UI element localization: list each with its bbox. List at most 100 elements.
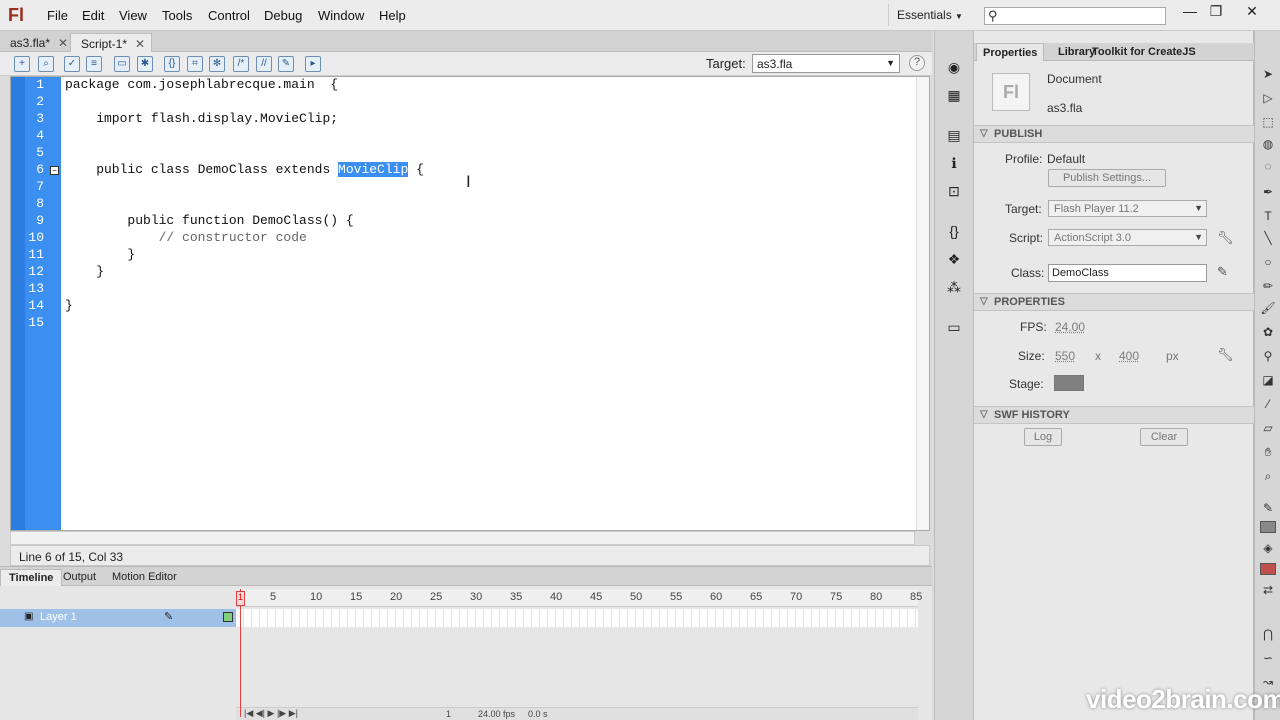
hand-tool-icon[interactable]: ✋︎: [1259, 445, 1277, 463]
swf-clear-button[interactable]: Clear: [1140, 428, 1188, 446]
menu-edit[interactable]: Edit: [82, 8, 104, 23]
smooth-icon[interactable]: ∽: [1259, 651, 1277, 669]
bone-tool-icon[interactable]: ⚲: [1259, 349, 1277, 367]
eraser-tool-icon[interactable]: ▱: [1259, 421, 1277, 439]
align-icon[interactable]: ▤: [944, 127, 964, 145]
apply-block-comment-icon[interactable]: /*: [233, 56, 249, 72]
tab-as3-fla[interactable]: as3.fla* ✕: [0, 33, 74, 52]
selected-text[interactable]: MovieClip: [338, 162, 409, 177]
components-icon[interactable]: ❖: [944, 251, 964, 269]
fill-color-icon[interactable]: ◈: [1259, 541, 1277, 559]
menu-tools[interactable]: Tools: [162, 8, 192, 23]
stage-color-swatch[interactable]: [1054, 375, 1084, 391]
paint-bucket-tool-icon[interactable]: ◪: [1259, 373, 1277, 391]
stage-width[interactable]: 550: [1055, 349, 1075, 363]
publish-settings-button[interactable]: Publish Settings...: [1048, 169, 1166, 187]
swap-colors-icon[interactable]: ⇄: [1259, 583, 1277, 601]
collapse-icon[interactable]: −: [50, 166, 59, 175]
layer-name[interactable]: Layer 1: [40, 611, 77, 623]
code-snippets-icon[interactable]: {}: [944, 223, 964, 241]
tab-timeline[interactable]: Timeline: [0, 569, 63, 586]
brush-tool-icon[interactable]: 🖌︎: [1259, 301, 1277, 319]
selection-tool-icon[interactable]: ➤: [1259, 67, 1277, 85]
collapse-selection-icon[interactable]: ⌗: [187, 56, 203, 72]
swf-log-button[interactable]: Log: [1024, 428, 1062, 446]
project-icon[interactable]: ▭: [944, 319, 964, 337]
breakpoint-strip[interactable]: [11, 77, 25, 530]
oval-tool-icon[interactable]: ○: [1259, 255, 1277, 273]
stroke-color-icon[interactable]: ✎: [1259, 501, 1277, 519]
show-hide-toolbox-icon[interactable]: ▸: [305, 56, 321, 72]
frame-grid[interactable]: [236, 609, 918, 627]
tab-script-1[interactable]: Script-1* ✕: [70, 33, 153, 52]
publish-section-header[interactable]: PUBLISH: [974, 125, 1254, 143]
properties-section-header[interactable]: PROPERTIES: [974, 293, 1254, 311]
collapse-braces-icon[interactable]: {}: [164, 56, 180, 72]
stage-height[interactable]: 400: [1119, 349, 1139, 363]
wrench-icon[interactable]: 🔧︎: [1217, 347, 1234, 363]
playback-controls-icon[interactable]: |◀ ◀| ▶ |▶ ▶|: [244, 708, 298, 719]
3d-rotation-tool-icon[interactable]: ◍: [1259, 137, 1277, 155]
debug-options-icon[interactable]: ✱: [137, 56, 153, 72]
swatches-icon[interactable]: ▦: [944, 87, 964, 105]
playhead[interactable]: [240, 589, 241, 717]
layer-outline-swatch[interactable]: [223, 612, 233, 622]
help-search-input[interactable]: ⚲: [984, 7, 1166, 25]
lasso-tool-icon[interactable]: ◌: [1259, 159, 1277, 177]
help-icon[interactable]: ?: [909, 55, 925, 71]
zoom-tool-icon[interactable]: ⌕: [1259, 469, 1277, 487]
check-syntax-icon[interactable]: ✓: [64, 56, 80, 72]
eyedropper-tool-icon[interactable]: ⁄: [1259, 397, 1277, 415]
maximize-button[interactable]: ❐: [1201, 3, 1231, 23]
subselection-tool-icon[interactable]: ▷: [1259, 91, 1277, 109]
find-icon[interactable]: ⌕: [38, 56, 54, 72]
layer-row[interactable]: ▣ Layer 1 ✎: [0, 609, 236, 627]
close-icon[interactable]: ✕: [135, 37, 145, 51]
wrench-icon[interactable]: 🔧︎: [1217, 230, 1234, 246]
tab-motion-editor[interactable]: Motion Editor: [104, 569, 185, 586]
tab-properties[interactable]: Properties: [976, 43, 1045, 61]
fill-color-swatch[interactable]: [1260, 563, 1276, 575]
menu-help[interactable]: Help: [379, 8, 406, 23]
remove-comment-icon[interactable]: ✎: [278, 56, 294, 72]
pen-tool-icon[interactable]: ✒: [1259, 185, 1277, 203]
swf-history-section-header[interactable]: SWF HISTORY: [974, 406, 1254, 424]
code-hint-icon[interactable]: ▭: [114, 56, 130, 72]
text-tool-icon[interactable]: T: [1259, 209, 1277, 227]
motion-presets-icon[interactable]: ⁂: [944, 279, 964, 297]
frame-ruler[interactable]: 1510152025303540455055606570758085: [236, 589, 922, 607]
player-target-select[interactable]: Flash Player 11.2 ▼: [1048, 200, 1207, 217]
pencil-tool-icon[interactable]: ✏: [1259, 279, 1277, 297]
close-icon[interactable]: ✕: [58, 36, 68, 50]
line-tool-icon[interactable]: ╲: [1259, 231, 1277, 249]
expand-all-icon[interactable]: ✻: [209, 56, 225, 72]
stroke-color-swatch[interactable]: [1260, 521, 1276, 533]
free-transform-tool-icon[interactable]: ⬚: [1259, 115, 1277, 133]
transform-icon[interactable]: ⊡: [944, 183, 964, 201]
snap-magnet-icon[interactable]: ⋂: [1259, 627, 1277, 645]
menu-debug[interactable]: Debug: [264, 8, 302, 23]
deco-tool-icon[interactable]: ✿: [1259, 325, 1277, 343]
close-window-button[interactable]: ✕: [1237, 3, 1267, 23]
document-class-input[interactable]: DemoClass: [1048, 264, 1207, 282]
tab-toolkit-createjs[interactable]: Toolkit for CreateJS: [1086, 43, 1202, 61]
color-icon[interactable]: ◉: [944, 59, 964, 77]
edit-class-pencil-icon[interactable]: ✎: [1217, 264, 1228, 280]
fps-value[interactable]: 24.00: [1055, 320, 1085, 334]
playhead-handle[interactable]: 1: [236, 591, 245, 606]
code-editor[interactable]: 1 2 3 4 5 6 7 8 9 10 11 12 13 14 15 − package com.jose…: [10, 76, 930, 531]
script-version-select[interactable]: ActionScript 3.0 ▼: [1048, 229, 1207, 246]
menu-file[interactable]: File: [47, 8, 68, 23]
add-statement-icon[interactable]: +: [14, 56, 30, 72]
horizontal-scrollbar[interactable]: [10, 531, 915, 545]
tab-output[interactable]: Output: [55, 569, 104, 586]
vertical-scrollbar[interactable]: [916, 77, 929, 530]
auto-format-icon[interactable]: ≡: [86, 56, 102, 72]
menu-view[interactable]: View: [119, 8, 147, 23]
menu-control[interactable]: Control: [208, 8, 250, 23]
workspace-switcher[interactable]: Essentials ▼: [888, 4, 968, 26]
apply-line-comment-icon[interactable]: //: [256, 56, 272, 72]
info-icon[interactable]: ℹ: [944, 155, 964, 173]
menu-window[interactable]: Window: [318, 8, 364, 23]
target-select[interactable]: as3.fla ▼: [752, 54, 900, 73]
